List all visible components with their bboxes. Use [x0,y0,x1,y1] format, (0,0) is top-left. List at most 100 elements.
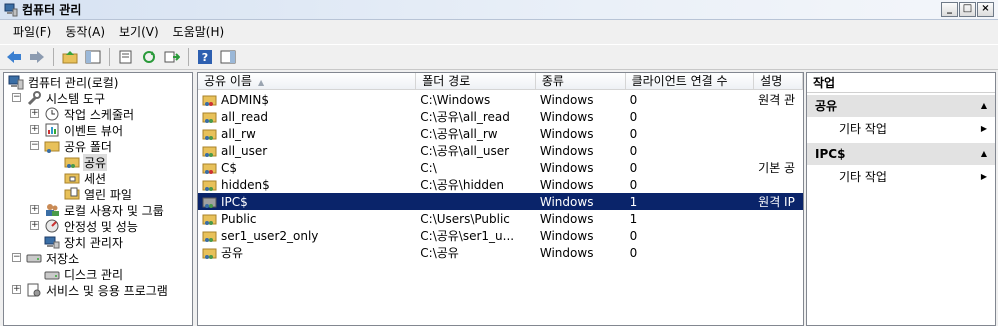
table-row[interactable]: IPC$ Windows 1 원격 IP [198,193,803,210]
share-icon [64,154,80,170]
tree-item[interactable]: 시스템 도구 [26,90,106,106]
table-row[interactable]: C$ C:\ Windows 0 기본 공 [198,159,803,176]
show-hide-action-pane-icon[interactable] [218,47,238,67]
close-button[interactable]: × [977,2,994,17]
help-icon[interactable]: ? [195,47,215,67]
column-folder-path[interactable]: 폴더 경로 [416,73,536,89]
table-row[interactable]: hidden$ C:\공유\hidden Windows 0 [198,176,803,193]
disk-management-icon [44,266,60,282]
action-section-share[interactable]: 공유 ▲ [807,95,995,117]
tree-item[interactable]: 서비스 및 응용 프로그램 [26,282,169,298]
table-row[interactable]: Public C:\Users\Public Windows 1 [198,210,803,227]
expand-icon[interactable]: + [30,109,39,118]
column-share-name[interactable]: 공유 이름 ▲ [198,73,417,89]
share-icon [202,212,218,226]
expand-icon[interactable]: + [12,285,21,294]
cell-share-name: all_user [198,144,416,158]
action-section-ipc[interactable]: IPC$ ▲ [807,143,995,165]
computer-management-app-icon [4,3,18,17]
menu-help[interactable]: 도움말(H) [166,22,232,42]
share-icon [202,144,218,158]
cell-type: Windows [539,228,594,243]
window-title: 컴퓨터 관리 [22,3,82,17]
tree-item-label: 서비스 및 응용 프로그램 [46,283,168,298]
collapse-icon[interactable]: − [30,141,39,150]
cell-client-connections: 1 [629,211,638,226]
menu-action[interactable]: 동작(A) [58,22,112,42]
show-hide-tree-icon[interactable] [83,47,103,67]
toolbar-separator [53,48,54,66]
tree-item[interactable]: 안정성 및 성능 [44,218,139,234]
share-name: Public [221,211,257,226]
tree-item-label: 열린 파일 [84,187,132,202]
tree-item[interactable]: 컴퓨터 관리(로컬) [8,74,119,90]
cell-type: Windows [539,211,594,226]
column-type[interactable]: 종류 [536,73,626,89]
tree-item[interactable]: 이벤트 뷰어 [44,122,124,138]
expand-icon[interactable]: + [30,125,39,134]
collapse-icon[interactable]: − [12,253,21,262]
expand-icon[interactable]: + [30,205,39,214]
table-row[interactable]: ser1_user2_only C:\공유\ser1_u... Windows 0 [198,227,803,244]
tree-item[interactable]: 열린 파일 [64,186,133,202]
table-row[interactable]: ADMIN$ C:\Windows Windows 0 원격 관 [198,91,803,108]
event-viewer-icon [44,122,60,138]
maximize-button[interactable]: □ [959,2,976,17]
cell-type: Windows [539,126,594,141]
action-more-actions[interactable]: 기타 작업 ▶ [807,165,995,189]
cell-client-connections: 0 [629,228,638,243]
cell-folder-path: C:\Users\Public [420,211,510,226]
table-row[interactable]: all_user C:\공유\all_user Windows 0 [198,142,803,159]
tree-item[interactable]: 공유 폴더 [44,138,113,154]
tree-item[interactable]: 작업 스케줄러 [44,106,135,122]
tree-item[interactable]: 장치 관리자 [44,234,124,250]
forward-arrow-icon[interactable] [27,47,47,67]
cell-type: Windows [539,177,594,192]
cell-share-name: Public [198,212,416,226]
cell-folder-path: C:\공유\ser1_u... [420,229,515,243]
table-row[interactable]: 공유 C:\공유 Windows 0 [198,244,803,261]
computer-management-icon [8,74,24,90]
table-row[interactable]: all_rw C:\공유\all_rw Windows 0 [198,125,803,142]
collapse-icon[interactable]: − [12,93,21,102]
up-folder-icon[interactable] [60,47,80,67]
properties-icon[interactable] [116,47,136,67]
expand-icon[interactable]: + [30,221,39,230]
table-row[interactable]: all_read C:\공유\all_read Windows 0 [198,108,803,125]
column-description[interactable]: 설명 [754,73,803,89]
tree-item-label: 공유 [83,153,108,171]
share-name: IPC$ [221,194,248,209]
refresh-icon[interactable] [139,47,159,67]
share-icon [202,246,218,260]
cell-folder-path: C:\공유\all_read [420,110,510,124]
share-name: C$ [221,160,238,175]
export-list-icon[interactable] [162,47,182,67]
tree-item[interactable]: 세션 [64,170,107,186]
share-icon [202,178,218,192]
cell-share-name: ADMIN$ [198,93,416,107]
menu-file[interactable]: 파일(F) [6,22,58,42]
open-files-icon [64,186,80,202]
system-tools-icon [26,90,42,106]
share-name: all_rw [221,126,256,141]
tree-item-label: 이벤트 뷰어 [64,123,124,138]
cell-folder-path: C:\Windows [420,92,491,107]
tree-item[interactable]: 공유 [64,153,108,171]
column-client-connections[interactable]: 클라이언트 연결 수 [626,73,755,89]
cell-description: 원격 관 [758,93,796,107]
action-more-actions[interactable]: 기타 작업 ▶ [807,117,995,141]
tree-item[interactable]: 로컬 사용자 및 그룹 [44,202,165,218]
tree-item[interactable]: 디스크 관리 [44,266,124,282]
tree-item-label: 로컬 사용자 및 그룹 [64,203,164,218]
minimize-button[interactable]: _ [941,2,958,17]
back-arrow-icon[interactable] [4,47,24,67]
admin-share-icon [202,93,218,107]
share-icon [202,229,218,243]
tree-item-label: 저장소 [46,251,80,266]
collapse-icon: ▲ [980,101,987,110]
tree-item[interactable]: 저장소 [26,250,80,266]
menu-view[interactable]: 보기(V) [112,22,166,42]
toolbar-separator [109,48,110,66]
collapse-icon: ▲ [980,149,987,158]
svg-text:?: ? [202,51,208,64]
